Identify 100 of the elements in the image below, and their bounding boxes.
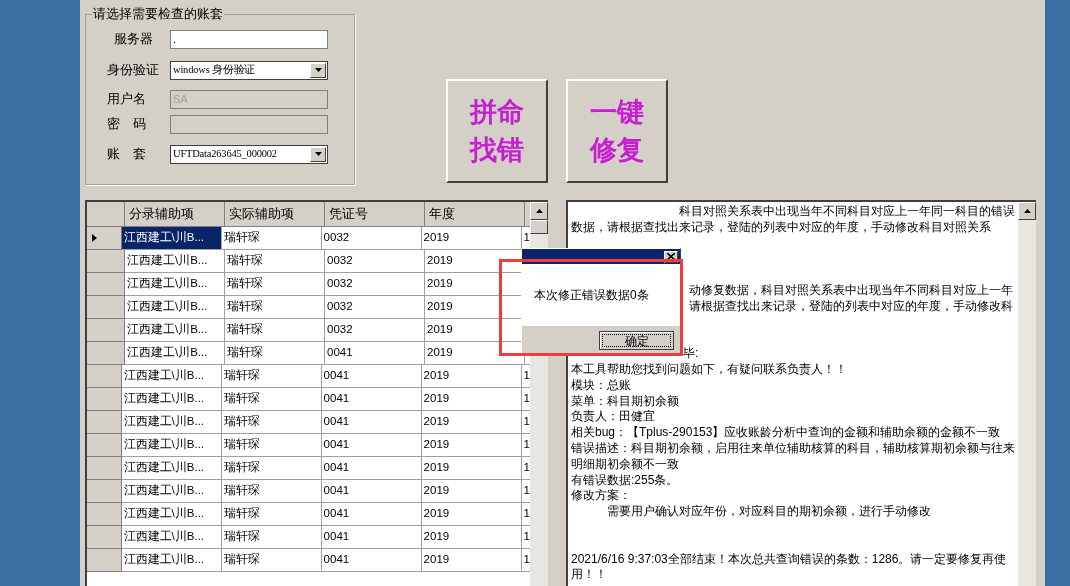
- table-cell: 0041: [325, 342, 425, 365]
- down-arrow-icon: [314, 152, 322, 156]
- table-cell: 2019: [421, 457, 522, 480]
- log-line: 负责人：田健宜: [571, 409, 655, 424]
- field-label: 服务器: [113, 30, 154, 48]
- table-cell: 江西建工\川B...: [121, 227, 222, 250]
- input-field[interactable]: .: [170, 29, 328, 49]
- table-cell: 2019: [421, 365, 522, 388]
- row-header[interactable]: [87, 227, 122, 250]
- scroll-thumb[interactable]: [530, 220, 548, 234]
- log-line: 毕:: [683, 346, 699, 361]
- table-cell: 瑞轩琛: [225, 250, 325, 273]
- dropdown[interactable]: UFTData263645_000002: [170, 144, 328, 164]
- log-line: 相关bug：【Tplus-290153】应收账龄分析中查询的金额和辅助余额的金额不一致: [571, 425, 1001, 440]
- field-label: 身份验证: [106, 61, 160, 79]
- table-cell: 0041: [321, 503, 422, 526]
- scroll-bar[interactable]: [1018, 202, 1036, 586]
- table-cell: 江西建工\川B...: [121, 549, 222, 572]
- field-label: 账 套: [106, 145, 147, 163]
- table-cell: 瑞轩琛: [221, 457, 322, 480]
- log-line: 数据，请根据查找出来记录，登陆的列表中对应的年度，手动修改科目对照关系: [571, 219, 991, 234]
- log-line: 请根据查找出来记录，登陆的列表中对应的年度，手动修改科: [689, 298, 1013, 313]
- log-line: 修改方案：: [571, 488, 631, 503]
- table-cell: 0041: [321, 411, 422, 434]
- table-cell: 瑞轩琛: [221, 480, 322, 503]
- table-cell: 2019: [421, 411, 522, 434]
- table-cell: 瑞轩琛: [221, 434, 322, 457]
- log-line: 需要用户确认对应年份，对应科目的期初余额，进行手动修改: [607, 504, 931, 519]
- dialog-message: 本次修正错误数据0条: [534, 287, 649, 304]
- table-cell: 0032: [325, 250, 425, 273]
- table-cell: 2019: [421, 388, 522, 411]
- table-cell: 江西建工\川B...: [121, 434, 222, 457]
- table-cell-text: 1: [523, 414, 530, 430]
- field-label: 密 码: [106, 115, 147, 133]
- table-cell: 2019: [421, 480, 522, 503]
- table-cell: 瑞轩琛: [225, 342, 325, 365]
- dropdown[interactable]: windows 身份验证: [170, 60, 328, 80]
- down-arrow-icon: [314, 68, 322, 72]
- table-cell: 2019: [421, 227, 522, 250]
- table-cell: 瑞轩琛: [221, 503, 322, 526]
- up-arrow-icon: [1023, 209, 1031, 213]
- table-cell: 2019: [421, 503, 522, 526]
- table-cell: 江西建工\川B...: [121, 480, 222, 503]
- table-cell: 瑞轩琛: [221, 365, 322, 388]
- table-cell: 江西建工\川B...: [121, 457, 222, 480]
- table-cell: 瑞轩琛: [221, 549, 322, 572]
- table-cell-text: 1: [523, 529, 530, 545]
- table-cell: 江西建工\川B...: [121, 388, 222, 411]
- table-cell: 江西建工\川B...: [121, 365, 222, 388]
- dropdown-button[interactable]: [310, 62, 326, 78]
- table-cell: 瑞轩琛: [225, 273, 325, 296]
- table-cell: 瑞轩琛: [225, 296, 325, 319]
- table-cell: 瑞轩琛: [225, 319, 325, 342]
- ok-button[interactable]: 确定: [599, 330, 674, 350]
- table-cell-text: 1: [523, 391, 530, 407]
- table-cell-text: 1: [523, 552, 530, 568]
- table-cell: 江西建工\川B...: [121, 411, 222, 434]
- table-cell: 江西建工\川B...: [125, 250, 225, 273]
- table-cell: 0041: [321, 549, 422, 572]
- table-cell: 2019: [421, 549, 522, 572]
- table-cell: 0032: [325, 273, 425, 296]
- field-label: 用户名: [106, 90, 147, 108]
- table-cell: 0032: [325, 319, 425, 342]
- log-line: 科目对照关系表中出现当年不同科目对应上一年同一科目的错误: [679, 204, 1015, 218]
- log-line: 菜单：科目期初余额: [571, 393, 679, 408]
- log-line: 错误描述：科目期初余额，启用往来单位辅助核算的科目，辅助核算期初余额与往来: [571, 440, 1015, 455]
- table-cell: 2019: [421, 434, 522, 457]
- table-cell-text: 1: [523, 460, 530, 476]
- table-cell: 江西建工\川B...: [125, 296, 225, 319]
- table-cell: 江西建工\川B...: [121, 503, 222, 526]
- table-cell-text: 1: [523, 483, 530, 499]
- group-title: 请选择需要检查的账套: [92, 6, 224, 22]
- table-cell: 江西建工\川B...: [121, 526, 222, 549]
- log-line: 2021/6/16 9:37:03全部结束！本次总共查询错误的条数：1286。请一定要修复再使: [571, 551, 1007, 566]
- dropdown-button[interactable]: [310, 146, 326, 162]
- table-cell: 江西建工\川B...: [125, 342, 225, 365]
- table-cell: 0041: [321, 388, 422, 411]
- table-cell: 瑞轩琛: [221, 526, 322, 549]
- scroll-up-button[interactable]: [530, 202, 548, 220]
- scroll-up-button[interactable]: [1018, 202, 1036, 220]
- log-line: 用！！: [571, 567, 607, 582]
- table-cell: 0041: [321, 434, 422, 457]
- table-cell: 瑞轩琛: [221, 411, 322, 434]
- table-cell-text: 1: [523, 506, 530, 522]
- table-cell: 0032: [325, 296, 425, 319]
- table-cell: 江西建工\川B...: [125, 273, 225, 296]
- log-line: 明细期初余额不一致: [571, 456, 679, 471]
- table-cell: 瑞轩琛: [221, 227, 322, 250]
- close-icon: [667, 253, 675, 260]
- log-line: 有错误数据:255条。: [571, 472, 679, 487]
- table-cell: 瑞轩琛: [221, 388, 322, 411]
- table-cell: 0041: [321, 480, 422, 503]
- up-arrow-icon: [535, 209, 543, 213]
- table-cell: 0041: [321, 365, 422, 388]
- table-cell: 0032: [321, 227, 422, 250]
- table-cell-text: 1: [523, 368, 530, 384]
- table-cell: 0041: [321, 457, 422, 480]
- log-line: 本工具帮助您找到问题如下，有疑问联系负责人！！: [571, 361, 847, 376]
- log-line: 模块：总账: [571, 377, 631, 392]
- row-pointer-icon: [92, 234, 97, 242]
